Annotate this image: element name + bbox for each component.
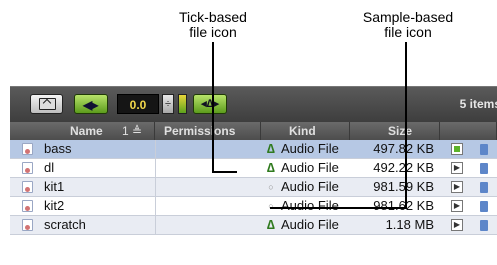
audio-file-icon	[22, 219, 33, 231]
sample-callout-leader-vertical	[405, 42, 407, 208]
file-name: dl	[44, 160, 55, 175]
status-square-icon[interactable]	[451, 143, 463, 155]
play-icon[interactable]: ▶	[451, 162, 463, 174]
tick-callout-line2: file icon	[189, 24, 237, 40]
column-header: Name 1 ≜ Permissions Kind Size	[10, 122, 497, 140]
file-size: 1.18 MB	[385, 217, 434, 232]
audio-file-icon	[22, 181, 33, 193]
file-name: bass	[44, 141, 72, 156]
tick-callout-leader-horizontal	[212, 171, 237, 173]
file-name: scratch	[44, 217, 86, 232]
name-header-label: Name	[70, 124, 103, 138]
file-kind: ∆ Audio File	[265, 216, 350, 234]
table-row[interactable]: kit2 ○ Audio File 981.62 KB ▶	[10, 197, 497, 216]
audition-play-button[interactable]: ◀▸	[74, 94, 108, 114]
file-permissions	[155, 197, 261, 215]
stepper-icon: ÷	[164, 98, 172, 110]
bookmark-icon	[480, 144, 488, 155]
tick-callout-leader-vertical	[212, 42, 214, 172]
sample-callout-leader-horizontal	[270, 207, 407, 209]
file-permissions	[155, 178, 261, 196]
toolbar: ◀▸ 0.0 ÷ ◂∆▸ 5 items	[10, 86, 497, 123]
file-kind-label: Audio File	[281, 160, 339, 175]
file-size: 497.82 KB	[373, 141, 434, 156]
file-kind: ∆ Audio File	[265, 140, 350, 158]
play-icon[interactable]: ▶	[451, 181, 463, 193]
bookmark-icon	[480, 220, 488, 231]
play-icon[interactable]: ▶	[451, 219, 463, 231]
play-icon[interactable]: ▶	[451, 200, 463, 212]
sample-based-icon: ○	[268, 182, 274, 192]
table-row[interactable]: bass ∆ Audio File 497.82 KB	[10, 140, 497, 159]
extra-column-header[interactable]	[440, 122, 497, 140]
file-kind-label: Audio File	[281, 198, 339, 213]
folder-up-icon	[39, 98, 56, 110]
file-kind: ○ Audio File	[265, 197, 350, 215]
folder-up-button[interactable]	[30, 94, 63, 114]
kind-column-header[interactable]: Kind	[261, 122, 350, 140]
file-kind-label: Audio File	[281, 141, 339, 156]
file-permissions	[155, 159, 261, 177]
audio-file-icon	[22, 162, 33, 174]
speaker-play-icon: ◀▸	[83, 98, 99, 112]
sample-callout-line2: file icon	[384, 24, 432, 40]
file-size: 981.59 KB	[373, 179, 434, 194]
permissions-column-header[interactable]: Permissions	[155, 122, 261, 140]
file-kind-label: Audio File	[281, 179, 339, 194]
volume-stepper[interactable]: ÷	[162, 94, 174, 114]
sort-indicator: 1 ≜	[122, 124, 143, 138]
file-size: 492.22 KB	[373, 160, 434, 175]
sample-based-callout: Sample-based file icon	[326, 10, 490, 40]
tick-callout-line1: Tick-based	[179, 9, 247, 25]
file-permissions	[155, 216, 261, 234]
file-kind-label: Audio File	[281, 217, 339, 232]
bookmark-icon	[480, 163, 488, 174]
table-row[interactable]: scratch ∆ Audio File 1.18 MB ▶	[10, 216, 497, 235]
file-list: bass ∆ Audio File 497.82 KB dl ∆ Audio Fil…	[10, 140, 497, 235]
bookmark-icon	[480, 201, 488, 212]
tick-mode-button[interactable]: ◂∆▸	[193, 94, 227, 114]
volume-field[interactable]: 0.0	[117, 94, 159, 114]
file-name: kit1	[44, 179, 65, 194]
bookmark-icon	[480, 182, 488, 193]
permissions-header-label: Permissions	[164, 124, 236, 138]
tick-based-icon: ∆	[267, 217, 275, 232]
kind-header-label: Kind	[289, 124, 316, 138]
file-kind: ○ Audio File	[265, 178, 350, 196]
size-column-header[interactable]: Size	[350, 122, 440, 140]
file-kind: ∆ Audio File	[265, 159, 350, 177]
tick-based-icon: ∆	[267, 160, 275, 175]
level-meter-icon	[178, 94, 187, 114]
file-size: 981.62 KB	[373, 198, 434, 213]
file-name: kit2	[44, 198, 65, 213]
table-row[interactable]: dl ∆ Audio File 492.22 KB ▶	[10, 159, 497, 178]
tick-based-icon: ∆	[267, 141, 275, 156]
audio-file-icon	[22, 143, 33, 155]
size-header-label: Size	[388, 124, 413, 138]
file-permissions	[155, 140, 261, 158]
name-column-header[interactable]: Name 1 ≜	[10, 122, 155, 140]
audio-file-icon	[22, 200, 33, 212]
table-row[interactable]: kit1 ○ Audio File 981.59 KB ▶	[10, 178, 497, 197]
sample-based-icon: ○	[268, 201, 274, 211]
item-count: 5 items	[459, 97, 497, 111]
sample-callout-line1: Sample-based	[362, 9, 454, 25]
tick-based-callout: Tick-based file icon	[138, 10, 288, 40]
